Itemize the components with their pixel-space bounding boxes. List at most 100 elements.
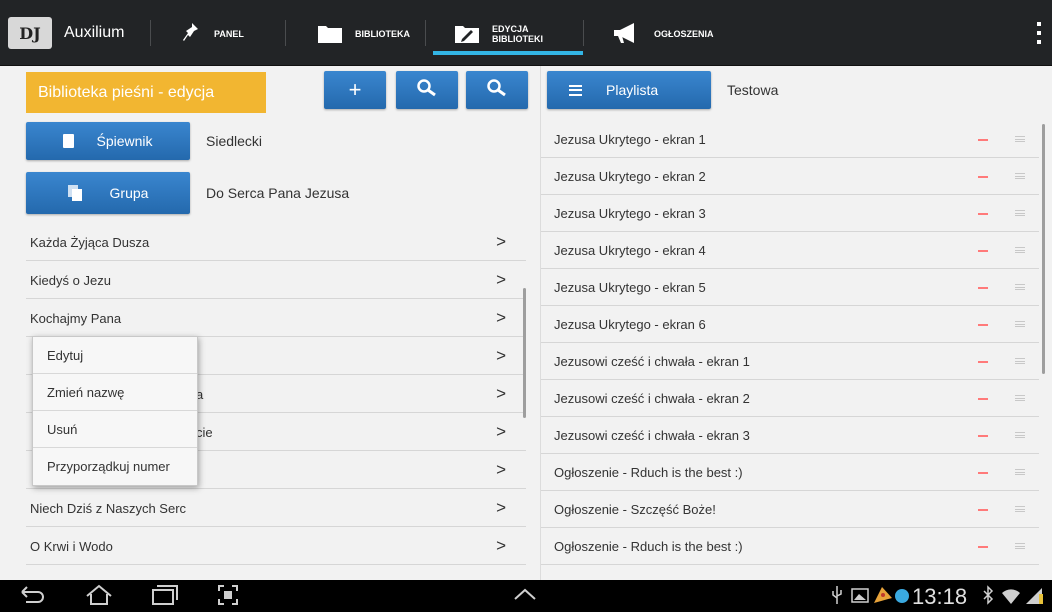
app-logo: DJ bbox=[8, 17, 52, 49]
remove-icon[interactable] bbox=[978, 324, 988, 326]
search-icon bbox=[416, 78, 438, 102]
signal-icon bbox=[1024, 584, 1044, 611]
remove-icon[interactable] bbox=[978, 361, 988, 363]
playlist-item[interactable]: Jezusa Ukrytego - ekran 5 bbox=[541, 269, 1039, 306]
drag-handle-icon[interactable] bbox=[1015, 136, 1025, 142]
playlist-item[interactable]: Jezusa Ukrytego - ekran 6 bbox=[541, 306, 1039, 343]
overflow-menu-icon[interactable] bbox=[1036, 22, 1042, 44]
playlist-item-title: Ogłoszenie - Rduch is the best :) bbox=[554, 538, 743, 554]
remove-icon[interactable] bbox=[978, 139, 988, 141]
tab-edycja-biblioteki[interactable]: EDYCJA BIBLIOTEKI bbox=[454, 14, 543, 54]
remove-icon[interactable] bbox=[978, 176, 988, 178]
search-secondary-button[interactable] bbox=[466, 71, 528, 109]
song-title: Niech Dziś z Naszych Serc bbox=[30, 500, 187, 516]
pin-icon bbox=[180, 21, 202, 47]
copy-icon bbox=[67, 185, 82, 201]
songbook-value: Siedlecki bbox=[206, 133, 263, 149]
group-value: Do Serca Pana Jezusa bbox=[206, 185, 350, 201]
song-title: cie bbox=[196, 424, 213, 440]
usb-icon bbox=[830, 584, 844, 611]
playlist-item[interactable]: Jezusowi cześć i chwała - ekran 1 bbox=[541, 343, 1039, 380]
playlist-item[interactable]: Ogłoszenie - Szczęść Boże! bbox=[541, 491, 1039, 528]
playlist-item[interactable]: Ogłoszenie - Rduch is the best :) bbox=[541, 528, 1039, 565]
playlist-item-title: Jezusowi cześć i chwała - ekran 2 bbox=[554, 390, 750, 406]
song-row[interactable]: Niech Dziś z Naszych Serc > bbox=[26, 490, 526, 527]
playlist-item-title: Ogłoszenie - Szczęść Boże! bbox=[554, 501, 716, 517]
playlist-scrollbar[interactable] bbox=[1042, 124, 1045, 374]
playlist-panel: Playlista Testowa Jezusa Ukrytego - ekra… bbox=[541, 66, 1052, 580]
folder-edit-icon bbox=[454, 22, 480, 46]
list-icon bbox=[569, 84, 582, 96]
drag-handle-icon[interactable] bbox=[1015, 173, 1025, 179]
song-title: O Krwi i Wodo bbox=[30, 538, 113, 554]
playlist-button[interactable]: Playlista bbox=[547, 71, 711, 109]
drag-handle-icon[interactable] bbox=[1015, 284, 1025, 290]
chevron-right-icon: > bbox=[496, 536, 506, 555]
remove-icon[interactable] bbox=[978, 213, 988, 215]
chevron-right-icon: > bbox=[496, 270, 506, 289]
drag-handle-icon[interactable] bbox=[1015, 321, 1025, 327]
add-button[interactable]: + bbox=[324, 71, 386, 109]
tab-biblioteka[interactable]: BIBLIOTEKA bbox=[317, 14, 410, 54]
playlist-item[interactable]: Jezusowi cześć i chwała - ekran 2 bbox=[541, 380, 1039, 417]
song-row[interactable]: Każda Żyjąca Dusza > bbox=[26, 224, 526, 261]
clock: 13:18 bbox=[912, 584, 968, 609]
tab-label: OGŁOSZENIA bbox=[654, 29, 714, 39]
remove-icon[interactable] bbox=[978, 398, 988, 400]
tab-ogloszenia[interactable]: OGŁOSZENIA bbox=[612, 14, 714, 54]
back-icon[interactable] bbox=[18, 584, 46, 611]
app-home[interactable]: DJ Auxilium bbox=[8, 14, 124, 52]
group-button[interactable]: Grupa bbox=[26, 172, 190, 214]
drag-handle-icon[interactable] bbox=[1015, 358, 1025, 364]
playlist-item-title: Jezusa Ukrytego - ekran 6 bbox=[554, 316, 706, 332]
notification-icon bbox=[893, 584, 911, 611]
playlist-item[interactable]: Jezusa Ukrytego - ekran 4 bbox=[541, 232, 1039, 269]
song-row[interactable]: Kiedyś o Jezu > bbox=[26, 262, 526, 299]
bluetooth-icon bbox=[982, 584, 994, 611]
playlist-item[interactable]: Ogłoszenie - Rduch is the best :) bbox=[541, 454, 1039, 491]
drag-handle-icon[interactable] bbox=[1015, 247, 1025, 253]
remove-icon[interactable] bbox=[978, 287, 988, 289]
book-icon bbox=[63, 134, 75, 148]
recent-apps-icon[interactable] bbox=[149, 584, 179, 611]
home-icon[interactable] bbox=[84, 584, 114, 611]
screenshot-icon[interactable] bbox=[217, 584, 239, 611]
search-button[interactable] bbox=[396, 71, 458, 109]
drag-handle-icon[interactable] bbox=[1015, 432, 1025, 438]
menu-item-rename[interactable]: Zmień nazwę bbox=[33, 374, 197, 411]
page-title: Biblioteka pieśni - edycja bbox=[26, 72, 266, 113]
gallery-icon bbox=[850, 584, 870, 611]
playlist-item[interactable]: Jezusa Ukrytego - ekran 1 bbox=[541, 121, 1039, 158]
playlist-item[interactable]: Jezusa Ukrytego - ekran 3 bbox=[541, 195, 1039, 232]
drag-handle-icon[interactable] bbox=[1015, 395, 1025, 401]
remove-icon[interactable] bbox=[978, 546, 988, 548]
playlist-item-title: Jezusa Ukrytego - ekran 5 bbox=[554, 279, 706, 295]
song-title: Każda Żyjąca Dusza bbox=[30, 234, 150, 250]
tab-separator bbox=[583, 20, 584, 46]
drag-handle-icon[interactable] bbox=[1015, 469, 1025, 475]
drag-handle-icon[interactable] bbox=[1015, 506, 1025, 512]
playlist-item-title: Jezusa Ukrytego - ekran 4 bbox=[554, 242, 706, 258]
system-nav-bar: 13:18 bbox=[0, 580, 1052, 612]
remove-icon[interactable] bbox=[978, 250, 988, 252]
song-list-scrollbar[interactable] bbox=[523, 288, 526, 418]
playlist-item[interactable]: Jezusa Ukrytego - ekran 2 bbox=[541, 158, 1039, 195]
menu-item-delete[interactable]: Usuń bbox=[33, 411, 197, 448]
playlist-item-title: Jezusowi cześć i chwała - ekran 1 bbox=[554, 353, 750, 369]
remove-icon[interactable] bbox=[978, 435, 988, 437]
drag-handle-icon[interactable] bbox=[1015, 210, 1025, 216]
songbook-button-label: Śpiewnik bbox=[96, 133, 153, 149]
remove-icon[interactable] bbox=[978, 509, 988, 511]
menu-item-edit[interactable]: Edytuj bbox=[33, 337, 197, 374]
menu-item-assign-number[interactable]: Przyporządkuj numer bbox=[33, 448, 197, 485]
tab-panel[interactable]: PANEL bbox=[180, 14, 244, 54]
playlist-item-title: Ogłoszenie - Rduch is the best :) bbox=[554, 464, 743, 480]
song-row[interactable]: O Krwi i Wodo > bbox=[26, 528, 526, 565]
song-row[interactable]: Kochajmy Pana > bbox=[26, 300, 526, 337]
chevron-up-icon[interactable] bbox=[512, 584, 538, 609]
remove-icon[interactable] bbox=[978, 472, 988, 474]
tab-separator bbox=[150, 20, 151, 46]
playlist-item[interactable]: Jezusowi cześć i chwała - ekran 3 bbox=[541, 417, 1039, 454]
songbook-button[interactable]: Śpiewnik bbox=[26, 122, 190, 160]
drag-handle-icon[interactable] bbox=[1015, 543, 1025, 549]
